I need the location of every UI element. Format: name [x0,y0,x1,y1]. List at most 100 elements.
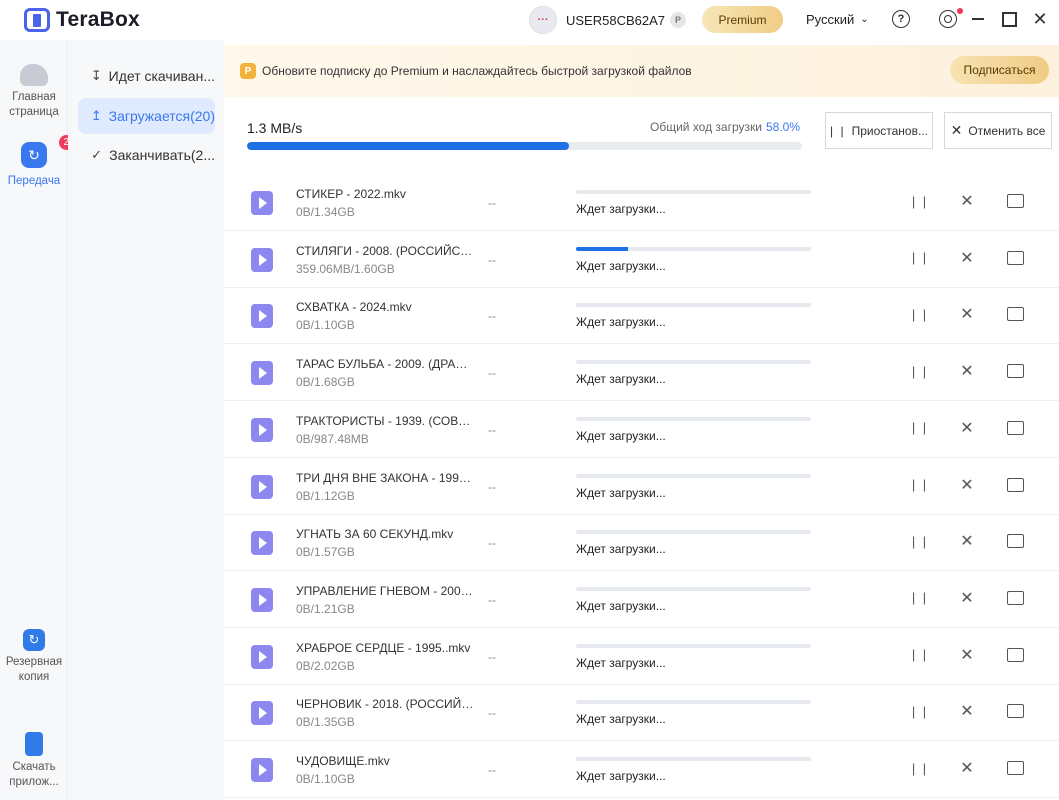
vip-badge-icon: P [670,12,686,28]
file-progress-bar [576,530,811,535]
cancel-button[interactable]: ✕ [957,248,977,268]
file-status: Ждет загрузки... [576,202,666,216]
pause-button[interactable]: | | [910,758,930,778]
minimize-icon[interactable] [969,10,987,28]
table-row[interactable]: ЧЕРНОВИК - 2018. (РОССИЙСКИЙ ФИЛЬМ).mkv 0… [224,685,1059,742]
terabox-logo-icon [24,8,50,32]
open-folder-icon[interactable] [1005,191,1025,211]
open-folder-icon[interactable] [1005,418,1025,438]
nav-app-label: Скачать прилож... [9,761,59,788]
tab-finished[interactable]: ✓ Заканчивать(2... [78,137,215,173]
video-file-icon [251,758,273,782]
open-folder-icon[interactable] [1005,248,1025,268]
open-folder-icon[interactable] [1005,531,1025,551]
tab-downloading[interactable]: ↧ Идет скачиван... [78,58,215,94]
file-name: СТИЛЯГИ - 2008. (РОССИЙСКИЙ ФИЛЬМ).mkv [296,243,476,258]
username[interactable]: USER58CB62A7 [566,13,665,28]
cancel-all-button[interactable]: ✕ Отменить все [944,112,1052,149]
user-account[interactable]: ··· USER58CB62A7 P [529,6,686,34]
file-progress-bar [576,246,811,251]
tab-uploading[interactable]: ↥ Загружается(20) [78,98,215,134]
gear-icon[interactable] [939,10,957,28]
nav-backup[interactable]: ↻ Резервная копия [0,629,68,685]
file-status: Ждет загрузки... [576,655,666,670]
tab-downloading-label: Идет скачиван... [108,68,215,84]
cancel-button[interactable]: ✕ [957,531,977,551]
file-progress-bar [576,473,811,478]
table-row[interactable]: ЧУДОВИЩЕ.mkv 0B/1.10GB -- Ждет загрузки... |… [224,742,1059,798]
file-name: СТИКЕР - 2022.mkv [296,187,406,201]
open-folder-icon[interactable] [1005,758,1025,778]
table-row[interactable]: ТАРАС БУЛЬБА - 2009. (ДРАМА).mkv 0B/1.68G… [224,345,1059,402]
premium-button[interactable]: Premium [702,6,783,33]
app-logo: TeraBox [24,8,140,32]
pause-button[interactable]: | | [910,304,930,324]
nav-home[interactable]: Главная страница [0,64,68,120]
upload-list: СТИКЕР - 2022.mkv 0B/1.34GB -- Ждет загрузк… [224,175,1059,800]
table-row[interactable]: УПРАВЛЕНИЕ ГНЕВОМ - 2003. (КОМЕДИЯ).mkv 0… [224,572,1059,628]
video-file-icon [251,531,273,556]
cancel-button[interactable]: ✕ [957,191,977,211]
pause-button[interactable]: | | [910,701,930,721]
pause-all-button[interactable]: | | Приостанов... [825,112,933,149]
nav-transfer[interactable]: ↻ 20 Передача [0,135,79,189]
open-folder-icon[interactable] [1005,304,1025,324]
nav-home-label: Главная страница [9,91,59,118]
pause-button[interactable]: | | [910,361,930,381]
file-speed: -- [488,536,496,551]
file-name: ЧЕРНОВИК - 2018. (РОССИЙСКИЙ ФИЛЬМ).mkv [296,697,476,712]
avatar[interactable]: ··· [529,6,557,34]
pause-button[interactable]: | | [910,645,930,665]
maximize-icon[interactable] [1000,10,1018,28]
table-row[interactable]: ТРИ ДНЯ ВНЕ ЗАКОНА - 1992. (БОЕВИК).mkv 0… [224,459,1059,515]
table-row[interactable]: ТРАКТОРИСТЫ - 1939. (СОВЕТСКИЙ ФИЛЬМ).mk… [224,402,1059,458]
file-speed: -- [488,422,496,437]
cancel-button[interactable]: ✕ [957,361,977,381]
pause-button[interactable]: | | [910,191,930,211]
file-size: 0B/1.10GB [296,772,355,786]
file-size: 0B/1.34GB [296,205,355,219]
table-row[interactable]: ХРАБРОЕ СЕРДЦЕ - 1995..mkv 0B/2.02GB -- Жде… [224,629,1059,685]
pause-all-label: Приостанов... [851,123,928,138]
cancel-button[interactable]: ✕ [957,304,977,324]
overall-progress-percent: 58.0% [765,120,801,134]
close-icon: ✕ [950,122,963,138]
upload-icon: ↥ [90,108,102,123]
question-circle-icon[interactable]: ? [892,10,910,28]
nav-download-app[interactable]: Скачать прилож... [0,732,68,790]
subscribe-button[interactable]: Подписаться [950,56,1049,84]
pause-button[interactable]: | | [910,588,930,608]
table-row[interactable]: СХВАТКА - 2024.mkv 0B/1.10GB -- Ждет загруз… [224,288,1059,345]
cancel-button[interactable]: ✕ [957,645,977,665]
open-folder-icon[interactable] [1005,475,1025,495]
file-size: 0B/987.48MB [296,431,369,446]
pause-button[interactable]: | | [910,248,930,268]
table-row[interactable]: УГНАТЬ ЗА 60 СЕКУНД.mkv 0B/1.57GB -- Ждет з… [224,515,1059,572]
pause-button[interactable]: | | [910,475,930,495]
file-status: Ждет загрузки... [576,485,666,500]
file-size: 0B/1.68GB [296,375,355,390]
close-icon[interactable]: ✕ [1031,9,1049,29]
open-folder-icon[interactable] [1005,645,1025,665]
language-selector[interactable]: Русский ⌄ [806,12,869,27]
cancel-button[interactable]: ✕ [957,418,977,438]
open-folder-icon[interactable] [1005,588,1025,608]
file-size: 359.06MB/1.60GB [296,261,395,276]
pause-button[interactable]: | | [910,531,930,551]
open-folder-icon[interactable] [1005,701,1025,721]
open-folder-icon[interactable] [1005,361,1025,381]
cancel-button[interactable]: ✕ [957,701,977,721]
tab-finished-label: Заканчивать(2... [109,147,215,163]
file-speed: -- [488,592,496,607]
nav-backup-label: Резервная копия [5,656,63,683]
video-file-icon [251,644,273,669]
file-size: 0B/1.57GB [296,545,355,560]
cancel-button[interactable]: ✕ [957,758,977,778]
file-speed: -- [488,252,496,267]
pause-button[interactable]: | | [910,418,930,438]
cancel-button[interactable]: ✕ [957,588,977,608]
table-row[interactable]: СТИКЕР - 2022.mkv 0B/1.34GB -- Ждет загрузк… [224,175,1059,231]
table-row[interactable]: СТИЛЯГИ - 2008. (РОССИЙСКИЙ ФИЛЬМ).mkv 35… [224,232,1059,288]
cancel-all-label: Отменить все [968,123,1046,138]
cancel-button[interactable]: ✕ [957,475,977,495]
